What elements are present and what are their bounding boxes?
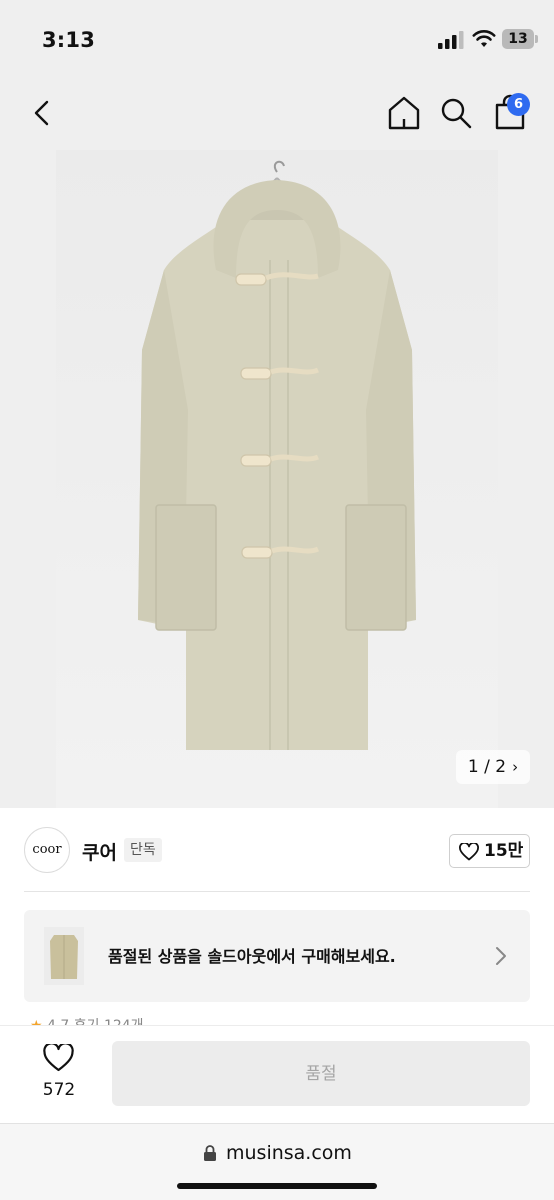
chevron-right-icon [496,947,506,965]
soldout-banner-text: 품절된 상품을 솔드아웃에서 구매해보세요. [108,947,396,966]
brand-row: coor 쿠어 단독 15만 [0,808,554,893]
product-image-gallery[interactable]: 1 / 2 › [0,150,554,808]
status-bar: 3:13 13 [0,0,554,80]
brand-logo[interactable]: coor [24,827,70,873]
url-domain: musinsa.com [226,1142,352,1164]
heart-icon [43,1044,74,1072]
top-navigation: 6 [0,80,554,150]
soldout-thumbnail [44,927,84,985]
image-counter[interactable]: 1 / 2 › [456,750,530,784]
duffle-coat-image [138,160,416,750]
product-photo [56,150,498,808]
brand-like-count: 15만 [484,841,524,861]
battery-tip [535,35,538,43]
exclusive-badge: 단독 [124,838,162,862]
chevron-right-icon: › [512,758,519,776]
lock-icon [204,1145,216,1161]
wifi-icon [472,30,496,47]
brand-name[interactable]: 쿠어 [82,838,117,865]
heart-icon [459,843,479,861]
home-indicator [177,1183,377,1189]
chevron-left-icon[interactable] [26,95,60,131]
search-icon[interactable] [438,94,474,132]
image-counter-text: 1 / 2 [467,757,507,777]
cart-count-badge: 6 [507,93,530,116]
brand-like-button[interactable]: 15만 [449,834,530,868]
divider [24,891,530,892]
sold-out-button[interactable]: 품절 [112,1041,530,1106]
soldout-banner[interactable]: 품절된 상품을 솔드아웃에서 구매해보세요. [24,910,530,1002]
cellular-signal-icon [438,31,464,49]
home-icon[interactable] [384,93,424,133]
wishlist-count: 572 [42,1080,76,1100]
wishlist-button[interactable]: 572 [30,1042,88,1106]
battery-indicator: 13 [502,29,534,49]
status-time: 3:13 [42,28,96,52]
bottom-action-bar: 572 품절 [0,1025,554,1123]
